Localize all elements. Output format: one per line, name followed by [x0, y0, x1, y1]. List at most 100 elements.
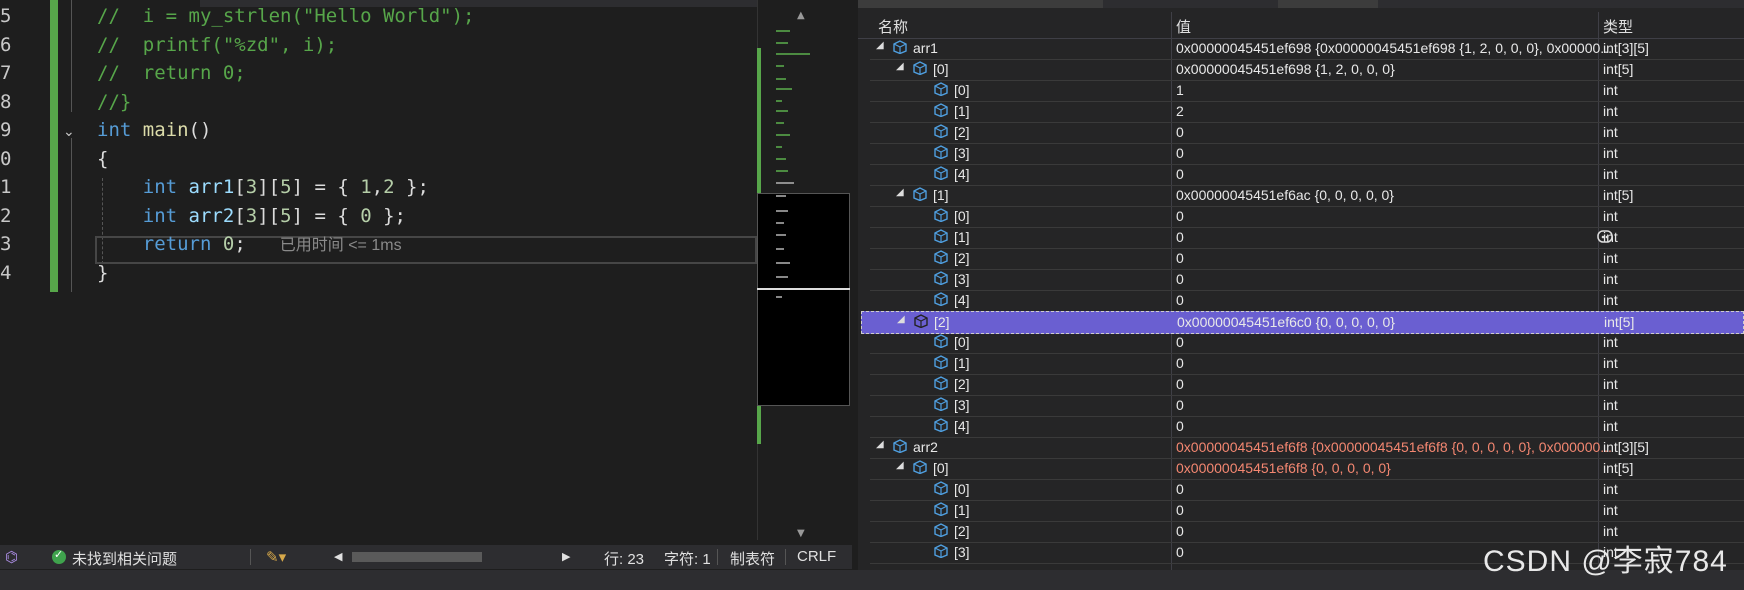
expand-toggle-icon[interactable]: ◢ — [896, 61, 904, 72]
line-number: 3 — [0, 233, 12, 255]
watch-row[interactable]: [2] 0 int — [870, 374, 1744, 396]
variable-cube-icon — [934, 124, 948, 138]
watch-row-value[interactable]: 0 — [1176, 502, 1184, 518]
watch-row[interactable]: [1] 0 int — [870, 353, 1744, 375]
scroll-right-icon[interactable]: ▶ — [562, 550, 570, 563]
watch-row-value[interactable]: 0 — [1176, 271, 1184, 287]
watch-row-value[interactable]: 0 — [1176, 355, 1184, 371]
watch-row[interactable]: [1] 0 int — [870, 500, 1744, 522]
watch-row[interactable]: ◢ arr2 0x00000045451ef6f8 {0x00000045451ef… — [870, 437, 1744, 459]
divider — [250, 549, 251, 565]
watch-row-type: int — [1603, 124, 1618, 140]
scroll-up-arrow-icon[interactable]: ▲ — [797, 10, 805, 21]
line-ending-indicator[interactable]: CRLF — [797, 548, 836, 565]
code-line[interactable]: } — [97, 259, 108, 287]
column-header-name[interactable]: 名称 — [878, 16, 908, 37]
watch-row-value[interactable]: 0x00000045451ef6ac {0, 0, 0, 0, 0} — [1176, 187, 1394, 203]
char-indicator[interactable]: 字符: 1 — [664, 548, 711, 569]
watch-row-type: int — [1603, 355, 1618, 371]
watch-row-value[interactable]: 0x00000045451ef6f8 {0x00000045451ef6f8 {… — [1176, 439, 1612, 455]
expand-toggle-icon[interactable]: ◢ — [897, 314, 905, 325]
watch-row[interactable]: [0] 0 int — [870, 332, 1744, 354]
fold-guide — [71, 0, 72, 112]
issues-status[interactable]: 未找到相关问题 — [72, 548, 177, 569]
line-indicator[interactable]: 行: 23 — [604, 548, 644, 569]
watch-row[interactable]: [0] 0 int — [870, 479, 1744, 501]
expand-toggle-icon[interactable]: ◢ — [896, 460, 904, 471]
expand-toggle-icon[interactable]: ◢ — [876, 40, 884, 51]
watch-row[interactable]: [2] 0 int — [870, 122, 1744, 144]
watch-row-value[interactable]: 0 — [1176, 124, 1184, 140]
code-line[interactable]: // i = my_strlen("Hello World"); — [97, 2, 475, 30]
watch-row-value[interactable]: 0 — [1176, 523, 1184, 539]
watch-row-value[interactable]: 0x00000045451ef698 {1, 2, 0, 0, 0} — [1176, 61, 1395, 77]
code-line[interactable]: { — [97, 145, 108, 173]
watch-row-value[interactable]: 0 — [1176, 292, 1184, 308]
watch-row[interactable]: [3] 0 int — [870, 143, 1744, 165]
divider — [717, 549, 718, 565]
watch-row[interactable]: [4] 0 int — [870, 290, 1744, 312]
code-line[interactable]: //} — [97, 88, 131, 116]
expand-toggle-icon[interactable]: ◢ — [876, 439, 884, 450]
watch-row[interactable]: [4] 0 int — [870, 416, 1744, 438]
watch-row-value[interactable]: 0 — [1176, 376, 1184, 392]
watch-row-value[interactable]: 0x00000045451ef698 {0x00000045451ef698 {… — [1176, 40, 1612, 56]
watch-row-value[interactable]: 1 — [1176, 82, 1184, 98]
minimap-line — [776, 134, 790, 136]
copilot-icon[interactable] — [1596, 228, 1614, 244]
expand-toggle-icon[interactable]: ◢ — [896, 187, 904, 198]
code-line[interactable]: // return 0; — [97, 59, 246, 87]
watch-row-value[interactable]: 2 — [1176, 103, 1184, 119]
code-token: 0 — [360, 204, 372, 227]
code-line[interactable]: // printf("%zd", i); — [97, 31, 337, 59]
watch-row-value[interactable]: 0 — [1176, 418, 1184, 434]
watch-row-value[interactable]: 0 — [1176, 481, 1184, 497]
watch-row-value[interactable]: 0 — [1176, 145, 1184, 161]
watch-row[interactable]: ◢ [0] 0x00000045451ef6f8 {0, 0, 0, 0, 0} in… — [870, 458, 1744, 480]
watch-row[interactable]: [1] 2 int — [870, 101, 1744, 123]
code-token: 2 — [383, 176, 395, 198]
watch-row-value[interactable]: 0 — [1176, 166, 1184, 182]
watch-row-value[interactable]: 0 — [1176, 229, 1184, 245]
code-editor[interactable]: 5678901234 ⌄ // i = my_strlen("Hello Wor… — [0, 0, 757, 540]
watch-row-value[interactable]: 0 — [1176, 250, 1184, 266]
watch-row[interactable]: [3] 0 int — [870, 269, 1744, 291]
watch-row[interactable]: [0] 1 int — [870, 80, 1744, 102]
watch-row[interactable]: [4] 0 int — [870, 164, 1744, 186]
watch-panel[interactable]: 名称 值 类型 ◢ arr1 0x00000045451ef698 {0x00000… — [858, 0, 1744, 570]
watch-row-value[interactable]: 0x00000045451ef6c0 {0, 0, 0, 0, 0} — [1177, 314, 1395, 330]
watch-row[interactable]: [3] 0 int — [870, 395, 1744, 417]
watch-row[interactable]: ◢ arr1 0x00000045451ef698 {0x00000045451ef… — [870, 38, 1744, 60]
watch-row[interactable]: ◢ [0] 0x00000045451ef698 {1, 2, 0, 0, 0} in… — [870, 59, 1744, 81]
column-header-type[interactable]: 类型 — [1603, 16, 1633, 37]
tab-indicator[interactable]: 制表符 — [730, 548, 775, 569]
code-line[interactable]: int arr1[3][5] = { 1,2 }; — [97, 173, 429, 201]
watch-row[interactable]: [2] 0 int — [870, 248, 1744, 270]
watch-row-value[interactable]: 0 — [1176, 208, 1184, 224]
minimap-line — [776, 262, 790, 264]
minimap-viewport[interactable] — [757, 193, 850, 406]
watch-row-value[interactable]: 0 — [1176, 544, 1184, 560]
watch-row-value[interactable]: 0 — [1176, 397, 1184, 413]
perf-tip[interactable]: 已用时间 <= 1ms — [280, 237, 402, 254]
line-number: 1 — [0, 176, 12, 198]
code-line[interactable]: int arr2[3][5] = { 0 }; — [97, 202, 406, 230]
brush-icon[interactable]: ✎▾ — [266, 548, 286, 566]
watch-row-value[interactable]: 0x00000045451ef6f8 {0, 0, 0, 0, 0} — [1176, 460, 1391, 476]
scroll-left-icon[interactable]: ◀ — [334, 550, 342, 563]
collapse-chevron-icon[interactable]: ⌄ — [63, 124, 75, 140]
code-line[interactable]: int main() — [97, 116, 211, 144]
minimap-line — [776, 146, 782, 148]
minimap-line — [776, 30, 790, 32]
watch-row[interactable]: ◢ [2] 0x00000045451ef6c0 {0, 0, 0, 0, 0} in… — [861, 311, 1744, 334]
watch-row[interactable]: [0] 0 int — [870, 206, 1744, 228]
watch-row-value[interactable]: 0 — [1176, 334, 1184, 350]
column-header-value[interactable]: 值 — [1176, 16, 1191, 37]
horizontal-scrollbar-thumb[interactable] — [352, 552, 482, 562]
code-line[interactable]: return 0; 已用时间 <= 1ms — [97, 230, 402, 258]
minimap-line — [776, 222, 784, 224]
copilot-icon[interactable]: ⌬ — [5, 548, 18, 566]
scroll-down-arrow-icon[interactable]: ▼ — [797, 528, 805, 539]
watch-row[interactable]: ◢ [1] 0x00000045451ef6ac {0, 0, 0, 0, 0} in… — [870, 185, 1744, 207]
